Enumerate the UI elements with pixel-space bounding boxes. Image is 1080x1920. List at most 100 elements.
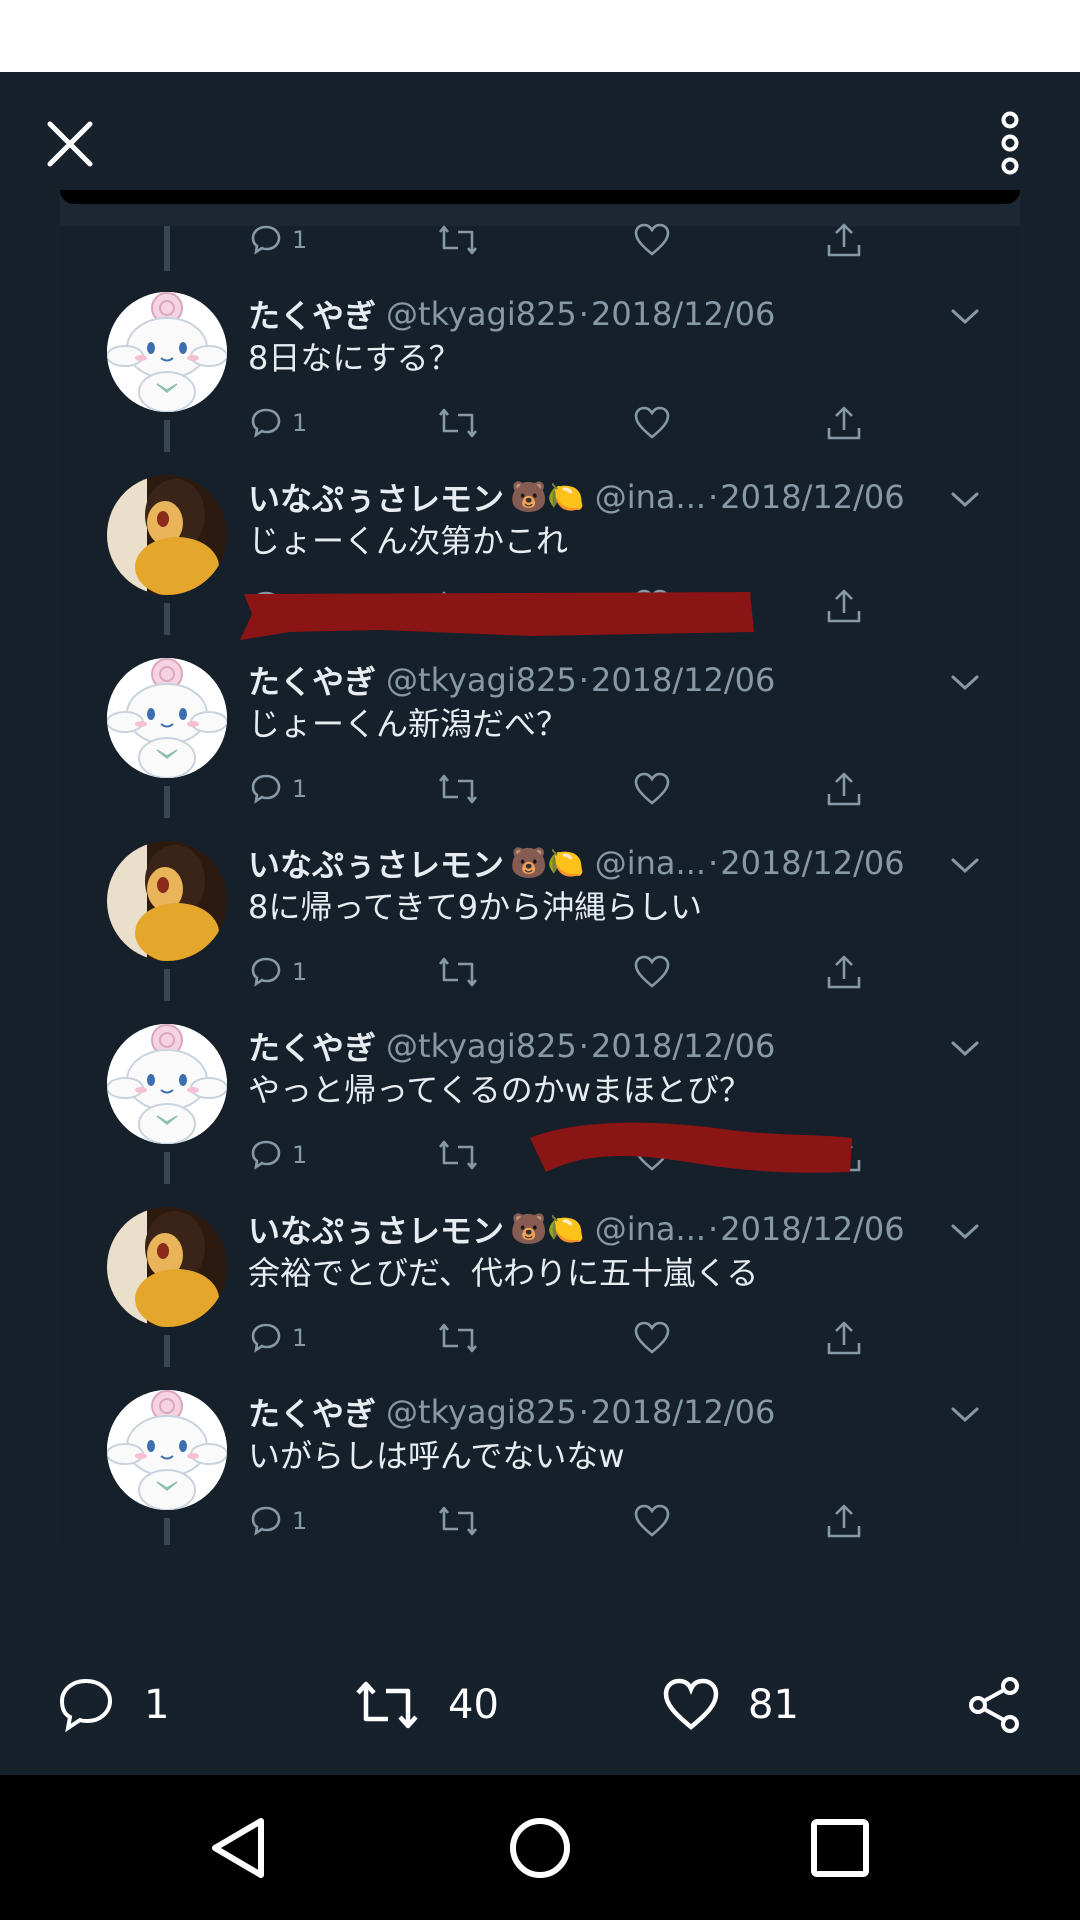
avatar[interactable] [107,658,227,778]
retweet-icon [438,957,478,987]
reply-count: 1 [292,775,308,803]
display-name[interactable]: いなぷぅさレモン [248,840,504,886]
like-action[interactable] [633,220,671,260]
reply-count: 1 [292,958,308,986]
chevron-down-icon[interactable] [950,674,980,692]
avatar-photo [107,841,227,961]
back-icon[interactable] [205,1813,275,1883]
action-row: 1 [248,769,898,809]
like-action[interactable] [633,952,671,992]
reply-action[interactable]: 1 [248,1501,307,1541]
user-handle: @tkyagi825 [386,1393,577,1431]
like-action[interactable] [633,403,671,443]
reply-action[interactable]: 1 [248,1135,307,1175]
retweet-action[interactable] [438,1501,478,1541]
reply-action[interactable]: 1 [248,220,307,260]
avatar[interactable] [107,475,227,595]
tweet-date: 2018/12/06 [720,844,905,882]
home-icon[interactable] [505,1813,575,1883]
share-action[interactable] [825,586,863,626]
reply-icon [251,225,281,255]
heart-icon [634,406,670,439]
avatar[interactable] [107,1390,227,1510]
more-vertical-icon[interactable] [992,110,1028,176]
thread-line [164,969,170,1001]
avatar-photo [107,1207,227,1327]
avatar[interactable] [107,1024,227,1144]
chevron-down-icon[interactable] [950,1040,980,1058]
reply-action[interactable]: 1 [248,1318,307,1358]
like-action[interactable] [633,1501,671,1541]
user-handle: @tkyagi825 [386,295,577,333]
heart-icon [634,955,670,988]
thread-line [164,1518,170,1545]
tweet-date: 2018/12/06 [590,1027,776,1065]
thread-line [164,603,170,635]
display-name[interactable]: たくやぎ [248,657,376,703]
share-action[interactable] [825,220,863,260]
chevron-down-icon[interactable] [950,491,980,509]
avatar[interactable] [107,841,227,961]
user-handle: @tkyagi825 [386,661,577,699]
retweet-action[interactable] [438,1318,478,1358]
avatar[interactable] [107,1207,227,1327]
avatar[interactable] [107,292,227,412]
tweet[interactable]: いなぷぅさレモン 🐻🍋 @ina... · 2018/12/06 8に帰ってきて9から沖縄… [60,841,1020,1024]
reply-count: 1 [292,1507,308,1535]
like-action[interactable] [633,769,671,809]
reply-count: 1 [292,409,308,437]
tweet[interactable]: たくやぎ @tkyagi825 · 2018/12/06 8日なにする？ [60,292,1020,475]
tweet-header: たくやぎ @tkyagi825 · 2018/12/06 [248,657,968,703]
display-name[interactable]: たくやぎ [248,291,376,337]
reply-action[interactable]: 1 [248,952,307,992]
tweet[interactable]: いなぷぅさレモン 🐻🍋 @ina... · 2018/12/06 余裕でとびだ、代わりに五… [60,1207,1020,1390]
reply-count: 1 [292,226,308,254]
like-action[interactable] [633,1318,671,1358]
bottom-like-button[interactable]: 81 [662,1660,799,1750]
display-name[interactable]: いなぷぅさレモン [248,474,504,520]
android-navigation-bar [0,1775,1080,1920]
thread-line [164,1152,170,1184]
share-action[interactable] [825,1501,863,1541]
recents-icon[interactable] [805,1813,875,1883]
share-action[interactable] [825,952,863,992]
retweet-action[interactable] [438,952,478,992]
share-nodes-icon [969,1677,1019,1733]
share-action[interactable] [825,403,863,443]
retweet-action[interactable] [438,403,478,443]
chevron-down-icon[interactable] [950,1406,980,1424]
reply-action[interactable]: 1 [248,403,307,443]
user-handle: @ina... [594,844,707,882]
bottom-share-button[interactable] [966,1660,1022,1750]
avatar-photo [107,475,227,595]
display-name[interactable]: いなぷぅさレモン [248,1206,504,1252]
retweet-icon [356,1681,418,1729]
chevron-down-icon[interactable] [950,308,980,326]
separator-dot: · [708,844,719,882]
share-icon [827,1504,861,1538]
display-name[interactable]: たくやぎ [248,1389,376,1435]
tweet[interactable]: たくやぎ @tkyagi825 · 2018/12/06 じょーくん新潟だべ？ [60,658,1020,841]
separator-dot: · [578,1027,589,1065]
display-name[interactable]: たくやぎ [248,1023,376,1069]
retweet-action[interactable] [438,220,478,260]
close-icon[interactable] [44,118,96,170]
reply-action[interactable]: 1 [248,769,307,809]
name-emoji: 🐻🍋 [510,479,585,515]
bottom-retweet-button[interactable]: 40 [354,1660,499,1750]
chevron-down-icon[interactable] [950,1223,980,1241]
avatar-cinnamoroll [107,292,227,412]
avatar-cinnamoroll [107,1024,227,1144]
share-action[interactable] [825,1318,863,1358]
chevron-down-icon[interactable] [950,857,980,875]
tweet-text: やっと帰ってくるのかwまほとび？ [248,1071,751,1109]
retweet-action[interactable] [438,1135,478,1175]
retweet-action[interactable] [438,769,478,809]
like-count: 81 [748,1682,799,1728]
tweet-date: 2018/12/06 [590,661,776,699]
thread-line [164,420,170,452]
reply-icon [251,957,281,987]
bottom-reply-button[interactable]: 1 [56,1660,169,1750]
share-action[interactable] [825,769,863,809]
redaction-mark [530,1122,852,1173]
